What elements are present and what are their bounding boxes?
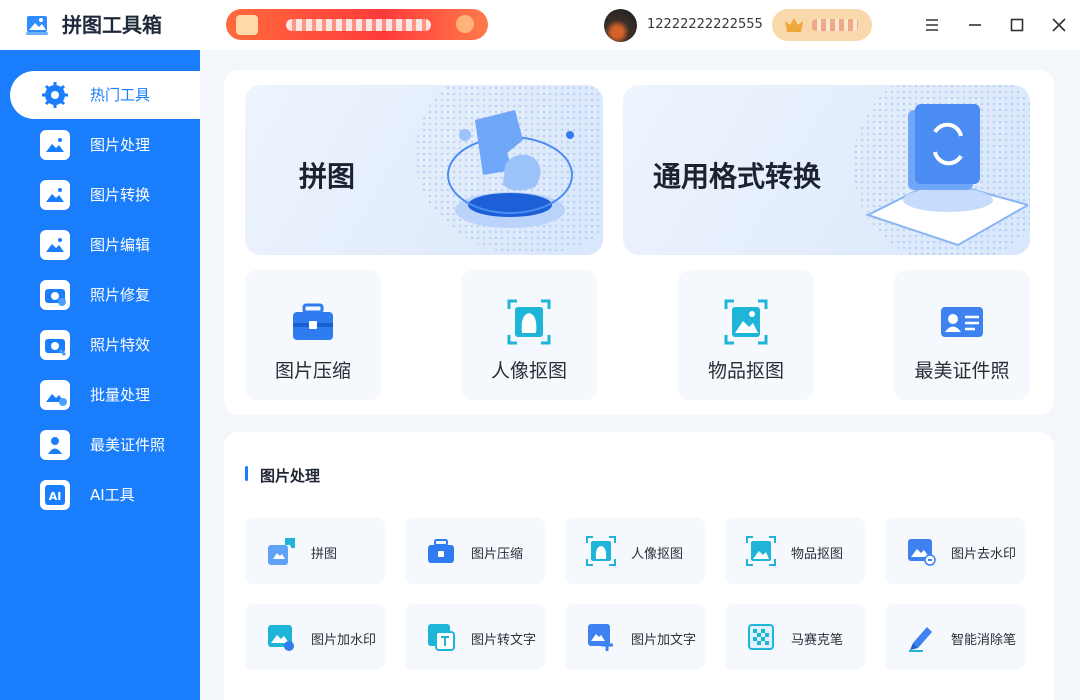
tool-label: 图片加水印 (311, 633, 377, 648)
sidebar-item-batch[interactable]: 批量处理 (0, 371, 200, 419)
sidebar-item-image-process[interactable]: 图片处理 (0, 121, 200, 169)
sidebar-item-hot-tools[interactable]: 热门工具 (10, 71, 200, 119)
image-to-text-icon (428, 624, 455, 651)
sidebar-item-label: 最美证件照 (90, 436, 166, 454)
vip-text-blurred (812, 19, 858, 31)
mosaic-icon (748, 624, 774, 650)
menu-icon[interactable] (920, 13, 944, 37)
coin-icon (456, 15, 474, 33)
gift-icon (236, 15, 258, 35)
sidebar-item-label: AI工具 (90, 486, 135, 504)
sidebar-item-label: 图片处理 (90, 136, 151, 154)
camera-repair-icon (40, 280, 70, 310)
promo-banner[interactable] (226, 9, 488, 40)
tool-label: 物品抠图 (791, 547, 844, 562)
tool-smart-eraser[interactable]: 智能消除笔 (885, 604, 1025, 670)
toolbox-icon (428, 539, 454, 563)
tool-image-compress[interactable]: 图片压缩 (405, 518, 545, 584)
portrait-cutout-icon (586, 536, 616, 566)
sidebar-item-label: 热门工具 (90, 86, 151, 104)
tile-label: 最美证件照 (914, 360, 1010, 382)
sidebar-item-photo-effect[interactable]: 照片特效 (0, 321, 200, 369)
tile-label: 物品抠图 (707, 360, 784, 382)
image-convert-icon (40, 180, 70, 210)
avatar[interactable] (604, 9, 637, 42)
batch-icon (40, 380, 70, 410)
add-watermark-icon (268, 625, 294, 651)
image-process-icon (40, 130, 70, 160)
tile-label: 图片压缩 (274, 360, 351, 382)
puzzle-icon (268, 538, 295, 565)
toolbox-icon (293, 303, 333, 340)
title-bar: 拼图工具箱 12222222222555 (0, 0, 1080, 50)
vip-button[interactable] (772, 9, 872, 41)
sidebar-item-ai-tools[interactable]: AI AI工具 (0, 471, 200, 519)
gear-icon (42, 82, 68, 108)
tool-remove-watermark[interactable]: 图片去水印 (885, 518, 1025, 584)
puzzle-illustration-icon (447, 110, 574, 228)
sidebar-item-label: 图片编辑 (90, 236, 151, 254)
tool-label: 马赛克笔 (791, 633, 844, 648)
tile-id-photo[interactable]: 最美证件照 (894, 270, 1030, 400)
tool-add-text[interactable]: 图片加文字 (565, 604, 705, 670)
ai-icon: AI (40, 480, 70, 510)
app-logo-icon (26, 16, 48, 35)
tile-object-cutout[interactable]: 物品抠图 (678, 270, 814, 400)
banner-puzzle[interactable]: 拼图 (245, 85, 603, 255)
remove-watermark-icon (908, 539, 936, 566)
maximize-icon[interactable] (1005, 13, 1029, 37)
tool-label: 图片去水印 (951, 547, 1017, 562)
svg-text:AI: AI (49, 490, 62, 503)
user-phone[interactable]: 12222222222555 (647, 17, 763, 32)
tool-object-cutout[interactable]: 物品抠图 (725, 518, 865, 584)
tool-puzzle[interactable]: 拼图 (245, 518, 385, 584)
convert-illustration-icon (865, 104, 1028, 247)
tool-label: 人像抠图 (631, 547, 684, 562)
sidebar: 热门工具 图片处理 图片转换 图片编辑 照片修复 照片特效 批量处理 最美证件照… (0, 50, 200, 700)
tile-portrait-cutout[interactable]: 人像抠图 (461, 270, 597, 400)
tool-label: 拼图 (311, 547, 338, 562)
sidebar-item-photo-repair[interactable]: 照片修复 (0, 271, 200, 319)
tool-add-watermark[interactable]: 图片加水印 (245, 604, 385, 670)
tool-label: 图片加文字 (631, 633, 697, 648)
sidebar-item-image-edit[interactable]: 图片编辑 (0, 221, 200, 269)
sidebar-item-label: 批量处理 (90, 386, 151, 404)
tile-image-compress[interactable]: 图片压缩 (245, 270, 381, 400)
close-icon[interactable] (1047, 13, 1071, 37)
banner-title: 拼图 (299, 160, 356, 193)
sidebar-item-label: 照片修复 (90, 286, 151, 304)
banner-format-convert[interactable]: 通用格式转换 (623, 85, 1030, 255)
tile-label: 人像抠图 (490, 360, 567, 382)
tool-portrait-cutout[interactable]: 人像抠图 (565, 518, 705, 584)
crown-icon (785, 18, 803, 32)
camera-effect-icon (40, 330, 70, 360)
banner-title: 通用格式转换 (653, 160, 822, 193)
sidebar-item-id-photo[interactable]: 最美证件照 (0, 421, 200, 469)
eraser-pen-icon (909, 627, 932, 652)
id-photo-icon (40, 430, 70, 460)
tool-label: 图片转文字 (471, 633, 537, 648)
promo-text-blurred (286, 19, 431, 31)
section-title: 图片处理 (260, 467, 321, 485)
app-title: 拼图工具箱 (62, 13, 162, 37)
section-accent-bar (245, 466, 248, 481)
id-card-icon (941, 307, 983, 337)
sidebar-item-label: 照片特效 (90, 336, 151, 354)
minimize-icon[interactable] (963, 13, 987, 37)
tool-label: 图片压缩 (471, 547, 524, 562)
object-cutout-icon (746, 536, 776, 566)
sidebar-item-image-convert[interactable]: 图片转换 (0, 171, 200, 219)
portrait-cutout-icon (507, 299, 551, 345)
add-text-icon (588, 624, 613, 651)
tool-label: 智能消除笔 (951, 633, 1017, 648)
image-edit-icon (40, 230, 70, 260)
object-cutout-icon (724, 299, 768, 345)
tool-mosaic-pen[interactable]: 马赛克笔 (725, 604, 865, 670)
sidebar-item-label: 图片转换 (90, 186, 151, 204)
tool-image-to-text[interactable]: 图片转文字 (405, 604, 545, 670)
